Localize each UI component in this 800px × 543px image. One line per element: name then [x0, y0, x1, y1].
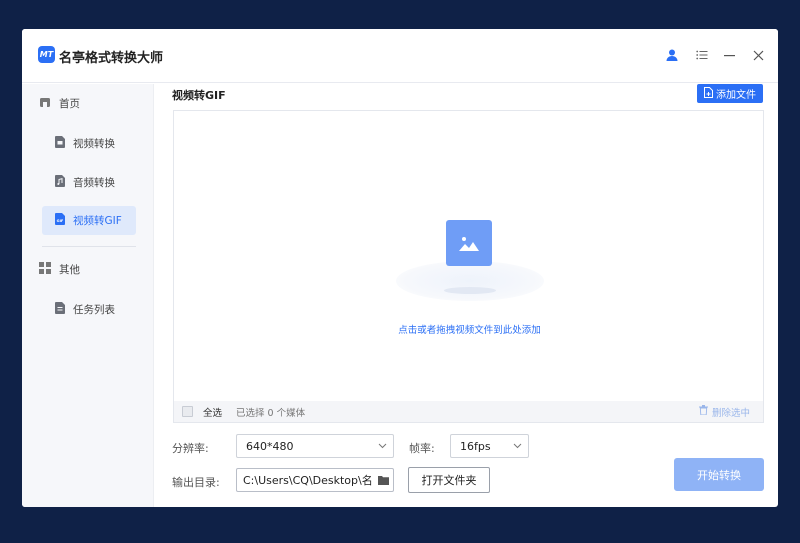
sidebar-item-label: 视频转GIF	[73, 215, 122, 227]
add-file-button[interactable]: 添加文件	[697, 84, 763, 103]
close-icon[interactable]	[748, 45, 768, 65]
app-logo: MT	[38, 46, 55, 63]
open-folder-button[interactable]: 打开文件夹	[408, 467, 490, 493]
folder-icon[interactable]	[378, 475, 389, 488]
output-dir-label: 输出目录:	[172, 476, 220, 489]
image-icon[interactable]	[446, 220, 492, 266]
resolution-label: 分辨率:	[172, 442, 209, 455]
home-icon	[39, 96, 51, 111]
add-file-icon	[704, 86, 713, 101]
app-title: 名亭格式转换大师	[59, 51, 164, 66]
drop-zone-ellipse	[396, 261, 544, 301]
selected-count: 已选择 0 个媒体	[236, 407, 306, 419]
delete-selected-button[interactable]: 删除选中	[698, 405, 750, 419]
chevron-down-icon	[513, 441, 522, 453]
audio-file-icon	[55, 175, 65, 190]
page-title: 视频转GIF	[172, 89, 226, 102]
file-drop-zone[interactable]: 点击或者拖拽视频文件到此处添加	[173, 110, 764, 423]
start-convert-button[interactable]: 开始转换	[674, 458, 764, 491]
user-icon[interactable]	[662, 45, 682, 65]
select-all-label[interactable]: 全选	[203, 405, 222, 419]
sidebar-item-label: 任务列表	[73, 304, 115, 316]
delete-selected-label: 删除选中	[711, 407, 750, 419]
add-file-label: 添加文件	[716, 90, 756, 101]
sidebar-item-label: 首页	[59, 98, 80, 110]
svg-text:GIF: GIF	[57, 219, 64, 223]
output-dir-input[interactable]: C:\Users\CQ\Desktop\名	[236, 468, 394, 492]
sidebar-item-home[interactable]: 首页	[39, 96, 80, 111]
menu-icon[interactable]	[692, 45, 712, 65]
sidebar: 首页 视频转换 音频转换 GIF 视频转GIF 其他 任务列表	[22, 84, 154, 507]
output-dir-value: C:\Users\CQ\Desktop\名	[243, 474, 373, 487]
sidebar-item-label: 其他	[59, 264, 80, 276]
minimize-icon[interactable]	[719, 45, 739, 65]
drop-hint-text[interactable]: 点击或者拖拽视频文件到此处添加	[174, 322, 765, 336]
framerate-label: 帧率:	[409, 442, 435, 455]
sidebar-item-video-to-gif[interactable]: GIF 视频转GIF	[42, 206, 136, 235]
trash-icon	[698, 405, 708, 418]
resolution-select[interactable]: 640*480	[236, 434, 394, 458]
select-all-checkbox[interactable]	[182, 406, 193, 417]
sidebar-item-video-convert[interactable]: 视频转换	[55, 136, 115, 151]
framerate-select[interactable]: 16fps	[450, 434, 529, 458]
sidebar-item-task-list[interactable]: 任务列表	[55, 302, 115, 317]
drop-zone-shadow	[444, 287, 496, 294]
grid-icon	[39, 262, 51, 277]
sidebar-divider	[42, 246, 136, 247]
title-bar: MT 名亭格式转换大师	[22, 29, 778, 83]
resolution-value: 640*480	[246, 439, 294, 453]
chevron-down-icon	[378, 441, 387, 453]
sidebar-item-audio-convert[interactable]: 音频转换	[55, 175, 115, 190]
framerate-value: 16fps	[460, 439, 491, 453]
gif-file-icon: GIF	[55, 213, 65, 228]
sidebar-item-other[interactable]: 其他	[39, 262, 80, 277]
app-window: MT 名亭格式转换大师 首页 视频转换 音频转换 GIF 视频转GIF 其他 任…	[22, 29, 778, 507]
task-list-icon	[55, 302, 65, 317]
sidebar-item-label: 视频转换	[73, 138, 115, 150]
video-file-icon	[55, 136, 65, 151]
selection-bar: 全选 已选择 0 个媒体 删除选中	[173, 401, 764, 423]
sidebar-item-label: 音频转换	[73, 177, 115, 189]
